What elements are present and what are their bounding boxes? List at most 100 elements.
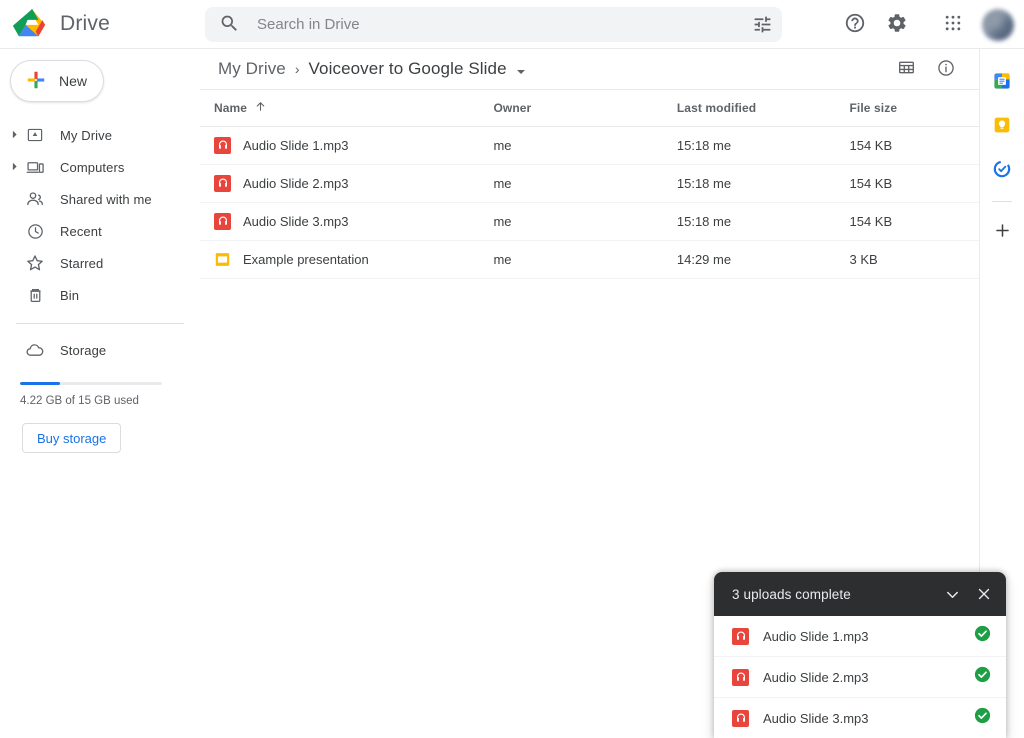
sidebar-item-my-drive[interactable]: My Drive — [0, 119, 200, 151]
upload-toast-collapse-button[interactable] — [936, 578, 968, 610]
file-name: Audio Slide 2.mp3 — [243, 175, 349, 191]
upload-toast-list: Audio Slide 1.mp3 Audio Slide 2.mp3 Audio … — [714, 616, 1006, 738]
shared-with-me-icon — [24, 188, 46, 210]
google-calendar-icon[interactable] — [984, 63, 1020, 99]
help-button[interactable] — [836, 6, 874, 44]
table-row[interactable]: Example presentation me 14:29 me 3 KB — [200, 240, 979, 279]
buy-storage-button[interactable]: Buy storage — [22, 423, 122, 453]
column-header-owner[interactable]: Owner — [493, 90, 677, 127]
cell-last-modified: 15:18 me — [676, 126, 850, 165]
cell-file-size: 154 KB — [849, 202, 979, 241]
sidebar-item-computers[interactable]: Computers — [0, 151, 200, 183]
info-circle-icon — [936, 58, 956, 81]
audio-file-icon — [732, 627, 749, 645]
new-button-label: New — [59, 73, 88, 89]
clock-icon — [24, 220, 46, 242]
table-row[interactable]: Audio Slide 1.mp3 me 15:18 me 154 KB — [200, 126, 979, 165]
sidebar-label: Shared with me — [60, 191, 152, 207]
grid-view-icon — [897, 58, 916, 80]
header-actions — [836, 0, 1014, 49]
cell-name[interactable]: Example presentation — [200, 240, 494, 279]
slides-file-icon — [214, 251, 231, 268]
google-tasks-icon[interactable] — [984, 151, 1020, 187]
cell-owner: me — [493, 240, 677, 279]
sidebar-label: Recent — [60, 223, 102, 239]
breadcrumb-root[interactable]: My Drive — [218, 59, 286, 79]
breadcrumb-separator: › — [294, 61, 300, 77]
breadcrumb-current[interactable]: Voiceover to Google Slide — [309, 59, 507, 79]
column-header-name[interactable]: Name — [200, 90, 494, 127]
star-icon — [24, 252, 46, 274]
column-header-file-size[interactable]: File size — [849, 90, 979, 127]
search-input[interactable] — [257, 16, 742, 33]
search-icon — [219, 13, 243, 37]
add-app-icon[interactable] — [984, 212, 1020, 248]
gear-icon — [886, 12, 908, 37]
cell-name[interactable]: Audio Slide 2.mp3 — [200, 164, 494, 203]
upload-toast-item[interactable]: Audio Slide 3.mp3 — [714, 698, 1006, 738]
google-apps-button[interactable] — [934, 6, 972, 44]
search-filter-button[interactable] — [742, 7, 782, 42]
cell-last-modified: 15:18 me — [676, 164, 850, 203]
audio-file-icon — [732, 709, 749, 727]
search-bar[interactable] — [205, 7, 782, 42]
sidebar-label: My Drive — [60, 127, 113, 143]
table-body: Audio Slide 1.mp3 me 15:18 me 154 KB Audio S… — [200, 126, 979, 279]
sidebar-label: Computers — [60, 159, 125, 175]
cell-owner: me — [493, 126, 677, 165]
storage-progress-bar — [20, 382, 162, 385]
file-list-table: Name Owner Last modified File size Audio — [200, 90, 979, 279]
details-button[interactable] — [927, 50, 965, 88]
column-header-last-modified[interactable]: Last modified — [676, 90, 850, 127]
table-header: Name Owner Last modified File size — [200, 90, 979, 127]
grid-view-button[interactable] — [887, 50, 925, 88]
google-keep-icon[interactable] — [984, 107, 1020, 143]
column-label-name: Name — [214, 100, 248, 115]
sidebar-item-shared-with-me[interactable]: Shared with me — [0, 183, 200, 215]
drive-logo-icon — [12, 6, 52, 42]
account-avatar[interactable] — [982, 8, 1014, 41]
apps-grid-icon — [943, 13, 963, 36]
top-bar: Drive — [0, 0, 1024, 49]
cell-last-modified: 15:18 me — [676, 202, 850, 241]
cell-name[interactable]: Audio Slide 3.mp3 — [200, 202, 494, 241]
plus-multicolor-icon — [25, 69, 47, 94]
sidebar: New My Drive Computers Shared with me Re… — [0, 49, 200, 738]
upload-file-name: Audio Slide 3.mp3 — [763, 710, 869, 726]
settings-button[interactable] — [878, 6, 916, 44]
upload-toast-close-button[interactable] — [968, 578, 1000, 610]
audio-file-icon — [214, 212, 231, 230]
arrow-up-icon — [254, 100, 267, 116]
brand[interactable]: Drive — [0, 6, 200, 42]
table-row[interactable]: Audio Slide 2.mp3 me 15:18 me 154 KB — [200, 164, 979, 203]
breadcrumb-actions — [887, 50, 965, 88]
chevron-down-icon[interactable] — [516, 64, 526, 74]
upload-toast-item[interactable]: Audio Slide 2.mp3 — [714, 657, 1006, 698]
sidebar-label: Bin — [60, 287, 80, 303]
cell-file-size: 3 KB — [849, 240, 979, 279]
upload-file-name: Audio Slide 2.mp3 — [763, 669, 869, 685]
chevron-right-icon[interactable] — [8, 160, 22, 174]
app-title: Drive — [60, 12, 111, 35]
check-circle-icon — [973, 624, 992, 648]
sidebar-divider — [16, 323, 184, 324]
sidebar-label: Starred — [60, 255, 104, 271]
chevron-right-icon[interactable] — [8, 128, 22, 142]
my-drive-icon — [24, 124, 46, 146]
sidebar-item-storage[interactable]: Storage — [0, 334, 200, 366]
file-name: Example presentation — [243, 251, 369, 267]
sidebar-item-starred[interactable]: Starred — [0, 247, 200, 279]
table-row[interactable]: Audio Slide 3.mp3 me 15:18 me 154 KB — [200, 202, 979, 241]
check-circle-icon — [973, 706, 992, 730]
sidebar-item-recent[interactable]: Recent — [0, 215, 200, 247]
file-name: Audio Slide 1.mp3 — [243, 137, 349, 153]
storage-progress-fill — [20, 382, 60, 385]
new-button[interactable]: New — [10, 60, 104, 102]
cell-name[interactable]: Audio Slide 1.mp3 — [200, 126, 494, 165]
upload-toast-item[interactable]: Audio Slide 1.mp3 — [714, 616, 1006, 657]
cloud-icon — [24, 339, 46, 361]
check-circle-icon — [973, 665, 992, 689]
sidebar-item-bin[interactable]: Bin — [0, 279, 200, 311]
computers-icon — [24, 156, 46, 178]
audio-file-icon — [214, 136, 231, 154]
